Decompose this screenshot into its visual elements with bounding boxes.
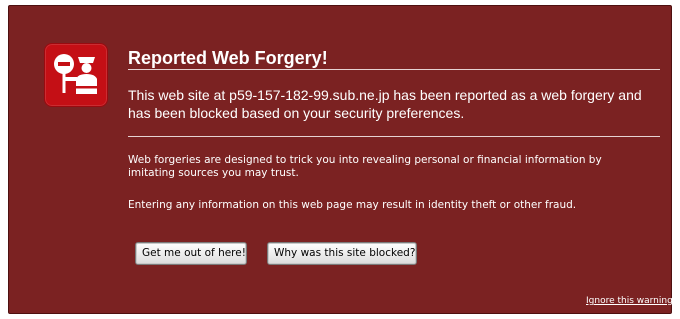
forgery-explanation-text: Web forgeries are designed to trick you … bbox=[128, 154, 602, 179]
why-blocked-button[interactable]: Why was this site blocked? bbox=[267, 242, 417, 265]
get-me-out-button[interactable]: Get me out of here! bbox=[135, 242, 247, 265]
warning-main-message: This web site at p59-157-182-99.sub.ne.j… bbox=[128, 87, 642, 121]
identity-theft-warning-text: Entering any information on this web pag… bbox=[128, 199, 577, 211]
message-divider bbox=[128, 136, 660, 137]
warning-title: Reported Web Forgery! bbox=[128, 48, 328, 68]
title-divider bbox=[128, 69, 660, 70]
forgery-officer-icon bbox=[44, 43, 108, 107]
ignore-warning-link[interactable]: Ignore this warning bbox=[586, 296, 673, 307]
phishing-warning-panel: Reported Web Forgery! This web site at p… bbox=[8, 5, 673, 314]
